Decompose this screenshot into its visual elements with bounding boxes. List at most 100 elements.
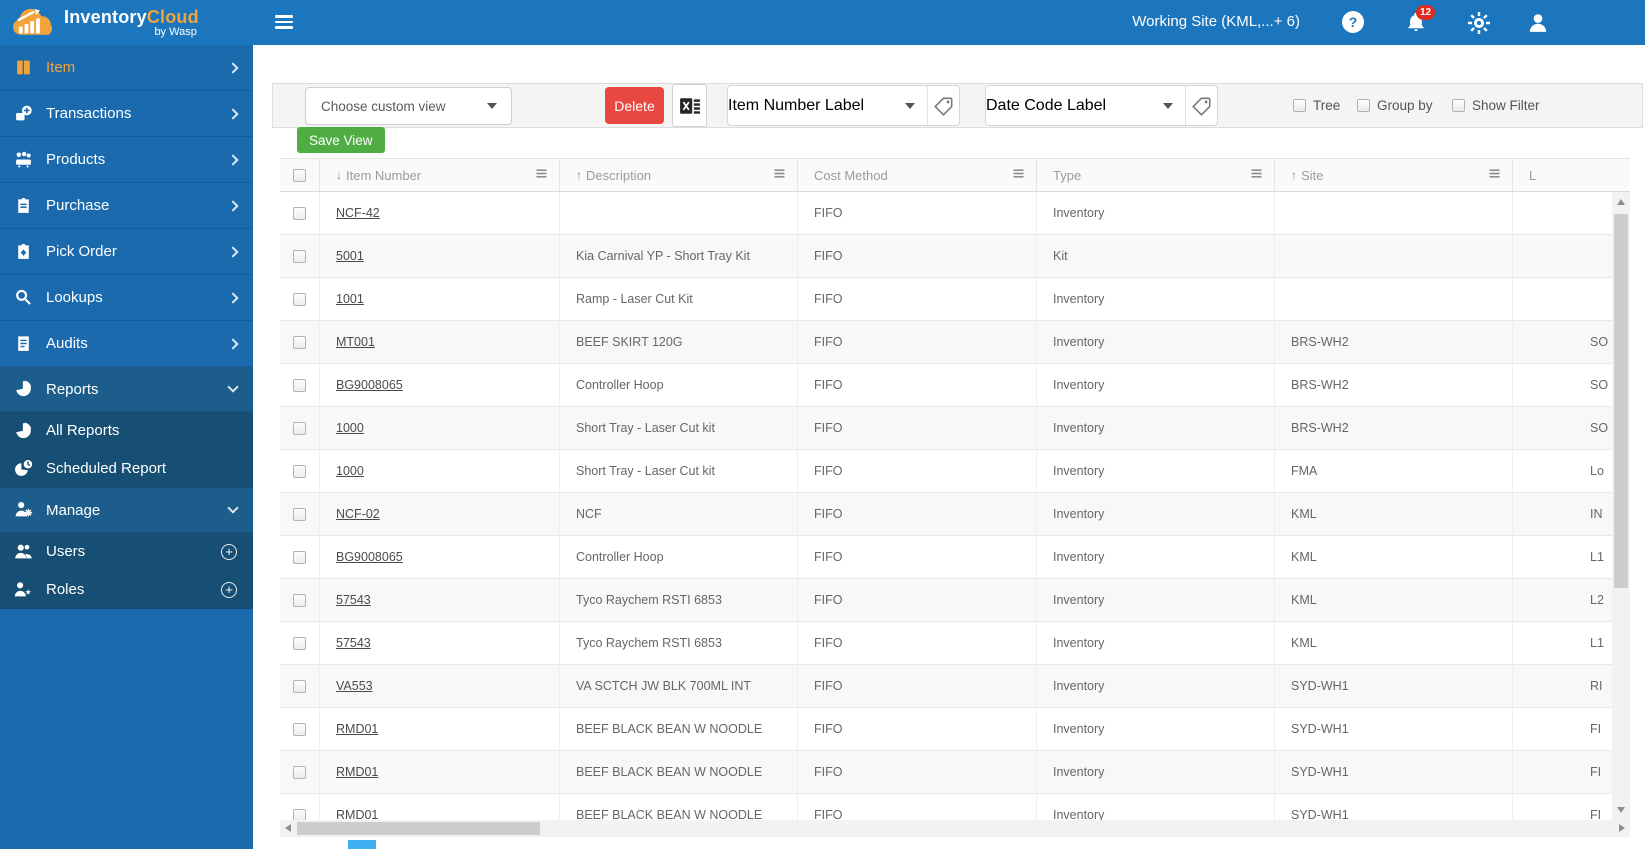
sidebar-item-all-reports[interactable]: All Reports — [0, 412, 253, 450]
sidebar-item-transactions[interactable]: Transactions — [0, 91, 253, 137]
item-number-link[interactable]: 57543 — [336, 593, 371, 607]
date-code-label-select[interactable]: Date Code Label — [986, 86, 1186, 125]
add-icon[interactable]: + — [221, 581, 237, 598]
pagination-page-1-button[interactable] — [348, 840, 376, 849]
chevron-right-icon — [227, 199, 239, 212]
export-excel-button[interactable] — [672, 84, 707, 127]
row-checkbox[interactable] — [293, 550, 306, 564]
row-checkbox[interactable] — [293, 679, 306, 693]
print-date-label-button[interactable] — [1186, 86, 1217, 125]
user-account-icon[interactable] — [1526, 11, 1550, 35]
column-header-cost-method[interactable]: Cost Method — [798, 159, 1037, 191]
sidebar-item-label: Products — [46, 151, 106, 168]
sidebar-item-label: Pick Order — [46, 243, 117, 260]
column-header-l[interactable]: L — [1513, 159, 1630, 191]
sidebar-item-roles[interactable]: Roles + — [0, 571, 253, 609]
row-checkbox[interactable] — [293, 808, 306, 820]
item-number-link[interactable]: VA553 — [336, 679, 373, 693]
sidebar-item-users[interactable]: Users + — [0, 533, 253, 571]
item-number-link[interactable]: 57543 — [336, 636, 371, 650]
group-by-checkbox[interactable] — [1357, 99, 1370, 112]
item-number-link[interactable]: BG9008065 — [336, 550, 403, 564]
chevron-right-icon — [227, 107, 239, 120]
sidebar-item-purchase[interactable]: Purchase — [0, 183, 253, 229]
sidebar-item-lookups[interactable]: Lookups — [0, 275, 253, 321]
item-number-label-select[interactable]: Item Number Label — [728, 86, 928, 125]
sidebar-item-pick-order[interactable]: Pick Order — [0, 229, 253, 275]
show-filter-checkbox-option[interactable]: Show Filter — [1452, 98, 1540, 113]
column-menu-icon[interactable] — [772, 166, 787, 184]
print-item-label-button[interactable] — [928, 86, 959, 125]
scroll-up-arrow-icon[interactable] — [1617, 199, 1625, 205]
tree-checkbox-option[interactable]: Tree — [1293, 98, 1340, 113]
scroll-right-arrow-icon[interactable] — [1619, 824, 1625, 832]
item-number-link[interactable]: 1000 — [336, 421, 364, 435]
scroll-down-arrow-icon[interactable] — [1617, 807, 1625, 813]
sidebar-item-item[interactable]: Item — [0, 45, 253, 91]
column-header-description[interactable]: ↑ Description — [560, 159, 798, 191]
item-number-link[interactable]: BG9008065 — [336, 378, 403, 392]
add-icon[interactable]: + — [221, 543, 237, 560]
item-number-link[interactable]: RMD01 — [336, 765, 378, 779]
vertical-scrollbar[interactable] — [1612, 192, 1630, 820]
cell-type: Inventory — [1037, 278, 1275, 320]
sidebar-item-scheduled-report[interactable]: Scheduled Report — [0, 450, 253, 488]
item-number-link[interactable]: 1000 — [336, 464, 364, 478]
item-number-label-group: Item Number Label — [727, 85, 960, 126]
row-checkbox[interactable] — [293, 335, 306, 349]
item-number-link[interactable]: NCF-02 — [336, 507, 380, 521]
save-view-button[interactable]: Save View — [297, 127, 385, 153]
item-number-link[interactable]: 5001 — [336, 249, 364, 263]
column-menu-icon[interactable] — [534, 166, 549, 184]
row-checkbox[interactable] — [293, 593, 306, 607]
delete-button[interactable]: Delete — [605, 87, 664, 124]
row-checkbox[interactable] — [293, 636, 306, 650]
row-checkbox[interactable] — [293, 421, 306, 435]
menu-toggle-icon[interactable] — [275, 15, 293, 29]
help-icon[interactable]: ? — [1342, 11, 1364, 33]
tree-checkbox[interactable] — [1293, 99, 1306, 112]
item-number-label-value: Item Number Label — [728, 96, 865, 114]
sidebar-item-audits[interactable]: Audits — [0, 321, 253, 367]
cell-type: Inventory — [1037, 708, 1275, 750]
custom-view-select[interactable]: Choose custom view — [305, 87, 512, 125]
row-checkbox[interactable] — [293, 507, 306, 521]
scroll-left-arrow-icon[interactable] — [285, 824, 291, 832]
working-site-label[interactable]: Working Site (KML,...+ 6) — [1132, 13, 1300, 30]
row-checkbox[interactable] — [293, 292, 306, 306]
chevron-right-icon — [227, 337, 239, 350]
column-menu-icon[interactable] — [1487, 166, 1502, 184]
sidebar-item-label: Scheduled Report — [46, 460, 167, 477]
row-checkbox[interactable] — [293, 722, 306, 736]
cell-type: Kit — [1037, 235, 1275, 277]
column-menu-icon[interactable] — [1249, 166, 1264, 184]
cell-type: Inventory — [1037, 751, 1275, 793]
item-number-link[interactable]: 1001 — [336, 292, 364, 306]
horizontal-scrollbar[interactable] — [280, 820, 1630, 837]
row-checkbox[interactable] — [293, 249, 306, 263]
row-checkbox[interactable] — [293, 206, 306, 220]
sidebar-item-products[interactable]: Products — [0, 137, 253, 183]
cell-location: SO — [1590, 378, 1609, 392]
row-checkbox[interactable] — [293, 464, 306, 478]
column-menu-icon[interactable] — [1011, 166, 1026, 184]
column-header-item-number[interactable]: ↓ Item Number — [320, 159, 560, 191]
show-filter-checkbox[interactable] — [1452, 99, 1465, 112]
item-number-link[interactable]: RMD01 — [336, 722, 378, 736]
sidebar-item-reports[interactable]: Reports — [0, 367, 253, 412]
horizontal-scrollbar-thumb[interactable] — [297, 822, 540, 835]
item-number-link[interactable]: NCF-42 — [336, 206, 380, 220]
group-by-checkbox-option[interactable]: Group by — [1357, 98, 1433, 113]
vertical-scrollbar-thumb[interactable] — [1614, 214, 1628, 588]
select-all-checkbox[interactable] — [293, 168, 306, 182]
row-checkbox[interactable] — [293, 765, 306, 779]
item-number-link[interactable]: RMD01 — [336, 808, 378, 820]
sidebar-item-manage[interactable]: Manage — [0, 488, 253, 533]
item-number-link[interactable]: MT001 — [336, 335, 375, 349]
settings-gear-icon[interactable] — [1467, 11, 1491, 35]
column-header-site[interactable]: ↑ Site — [1275, 159, 1513, 191]
column-header-type[interactable]: Type — [1037, 159, 1275, 191]
cell-description: BEEF SKIRT 120G — [560, 321, 798, 363]
cell-location: FI — [1590, 722, 1602, 736]
row-checkbox[interactable] — [293, 378, 306, 392]
